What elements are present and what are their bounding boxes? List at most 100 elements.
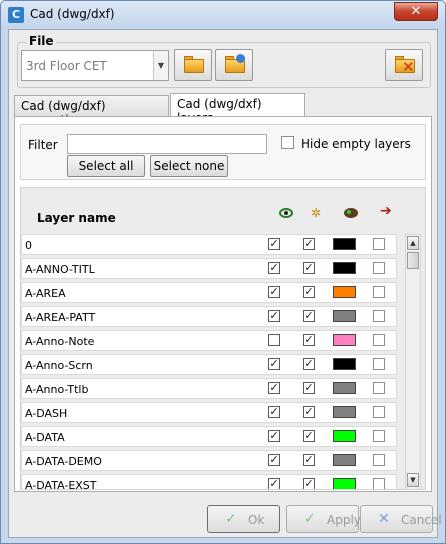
layer-visible-checkbox[interactable]: ✓ xyxy=(268,262,280,274)
chevron-down-icon[interactable]: ▼ xyxy=(153,51,168,80)
layer-plot-checkbox[interactable] xyxy=(373,262,385,274)
file-select[interactable]: 3rd Floor CET ▼ xyxy=(21,50,169,81)
layer-freeze-checkbox[interactable]: ✓ xyxy=(303,286,315,298)
layer-row[interactable]: 0 ✓ ✓ xyxy=(21,234,401,258)
layer-row[interactable]: A-ANNO-TITL ✓ ✓ xyxy=(21,258,401,282)
layer-row[interactable]: A-Anno-Ttlb ✓ ✓ xyxy=(21,378,401,402)
layer-visible-checkbox[interactable]: ✓ xyxy=(268,478,280,489)
layer-list: Layer name ✲ ➔ 0 ✓ ✓ A-ANNO-TITL ✓ ✓ A-AREA ✓ ✓ A… xyxy=(20,187,426,490)
layer-visible-checkbox[interactable]: ✓ xyxy=(268,358,280,370)
cancel-button[interactable]: ✕ Cancel xyxy=(360,505,442,533)
layer-freeze-checkbox[interactable]: ✓ xyxy=(303,238,315,250)
file-group-label: File xyxy=(27,34,56,48)
layer-visible-checkbox[interactable]: ✓ xyxy=(268,454,280,466)
check-icon: ✓ xyxy=(225,511,237,527)
scroll-thumb[interactable] xyxy=(407,252,419,269)
layer-row[interactable]: A-DATA ✓ ✓ xyxy=(21,426,401,450)
plot-arrow-icon: ➔ xyxy=(380,203,392,219)
layer-visible-checkbox[interactable]: ✓ xyxy=(268,382,280,394)
visible-eye-icon xyxy=(279,208,293,218)
scroll-up-button[interactable]: ▲ xyxy=(407,236,419,250)
delete-x-icon: ✕ xyxy=(402,58,415,76)
layer-plot-checkbox[interactable] xyxy=(373,406,385,418)
cad-app-icon: C xyxy=(8,7,24,23)
layer-freeze-checkbox[interactable]: ✓ xyxy=(303,334,315,346)
layer-color-swatch[interactable] xyxy=(333,334,356,346)
layer-plot-checkbox[interactable] xyxy=(373,334,385,346)
check-icon: ✓ xyxy=(304,511,316,527)
layer-freeze-checkbox[interactable]: ✓ xyxy=(303,310,315,322)
layer-color-swatch[interactable] xyxy=(333,478,356,489)
apply-label: Apply xyxy=(327,513,361,527)
layer-plot-checkbox[interactable] xyxy=(373,430,385,442)
cancel-label: Cancel xyxy=(401,513,442,527)
layer-visible-checkbox[interactable]: ✓ xyxy=(268,310,280,322)
layer-color-swatch[interactable] xyxy=(333,454,356,466)
open-folder-icon xyxy=(184,59,204,73)
layer-color-swatch[interactable] xyxy=(333,238,356,250)
select-none-button[interactable]: Select none xyxy=(150,155,228,177)
filter-group: Filter Hide empty layers Select all Sele… xyxy=(20,124,426,180)
layer-color-swatch[interactable] xyxy=(333,262,356,274)
ok-label: Ok xyxy=(248,513,265,527)
freeze-sun-icon: ✲ xyxy=(311,206,322,220)
layers-tab-panel: Filter Hide empty layers Select all Sele… xyxy=(14,116,432,492)
apply-button[interactable]: ✓ Apply xyxy=(286,505,361,533)
tab-layers[interactable]: Cad (dwg/dxf) layers xyxy=(170,93,305,125)
layer-visible-checkbox[interactable]: ✓ xyxy=(268,238,280,250)
layer-visible-checkbox[interactable] xyxy=(268,334,280,346)
layer-plot-checkbox[interactable] xyxy=(373,310,385,322)
select-all-button[interactable]: Select all xyxy=(67,155,145,177)
layer-row[interactable]: A-DATA-EXST ✓ ✓ xyxy=(21,474,401,489)
layer-visible-checkbox[interactable]: ✓ xyxy=(268,406,280,418)
layer-freeze-checkbox[interactable]: ✓ xyxy=(303,262,315,274)
color-palette-icon xyxy=(344,208,358,218)
layer-plot-checkbox[interactable] xyxy=(373,286,385,298)
layer-row[interactable]: A-AREA ✓ ✓ xyxy=(21,282,401,306)
layer-row[interactable]: A-AREA-PATT ✓ ✓ xyxy=(21,306,401,330)
remove-file-button[interactable]: ✕ xyxy=(385,49,423,81)
open-file-button[interactable] xyxy=(174,49,212,81)
hide-empty-layers-label[interactable]: Hide empty layers xyxy=(301,137,411,151)
layer-freeze-checkbox[interactable]: ✓ xyxy=(303,454,315,466)
layer-name-header: Layer name xyxy=(37,211,116,225)
layer-freeze-checkbox[interactable]: ✓ xyxy=(303,406,315,418)
reload-file-button[interactable] xyxy=(215,49,253,81)
ok-button[interactable]: ✓ Ok xyxy=(207,505,280,533)
tab-properties[interactable]: Cad (dwg/dxf) properties xyxy=(14,95,169,127)
close-button[interactable]: ✕ xyxy=(394,2,438,21)
layer-row[interactable]: A-DASH ✓ ✓ xyxy=(21,402,401,426)
layer-visible-checkbox[interactable]: ✓ xyxy=(268,286,280,298)
cancel-x-icon: ✕ xyxy=(378,511,390,527)
title-bar[interactable]: C Cad (dwg/dxf) ✕ xyxy=(1,1,445,29)
window-title: Cad (dwg/dxf) xyxy=(30,7,115,21)
layer-scrollbar[interactable]: ▲ ▼ xyxy=(405,234,421,489)
layer-visible-checkbox[interactable]: ✓ xyxy=(268,430,280,442)
layer-row[interactable]: A-DATA-DEMO ✓ ✓ xyxy=(21,450,401,474)
reload-badge-icon xyxy=(236,54,245,63)
layer-plot-checkbox[interactable] xyxy=(373,382,385,394)
layer-color-swatch[interactable] xyxy=(333,430,356,442)
filter-input[interactable] xyxy=(67,134,267,154)
layer-color-swatch[interactable] xyxy=(333,286,356,298)
layer-plot-checkbox[interactable] xyxy=(373,238,385,250)
layer-freeze-checkbox[interactable]: ✓ xyxy=(303,478,315,489)
layer-freeze-checkbox[interactable]: ✓ xyxy=(303,430,315,442)
hide-empty-layers-checkbox[interactable] xyxy=(281,136,294,149)
layer-row[interactable]: A-Anno-Note ✓ xyxy=(21,330,401,354)
layer-freeze-checkbox[interactable]: ✓ xyxy=(303,382,315,394)
scroll-down-button[interactable]: ▼ xyxy=(407,473,419,487)
file-select-value: 3rd Floor CET xyxy=(26,59,107,73)
layer-color-swatch[interactable] xyxy=(333,382,356,394)
dialog-body: File 3rd Floor CET ▼ ✕ Cad (dwg/dxf) pro… xyxy=(8,29,442,538)
layer-freeze-checkbox[interactable]: ✓ xyxy=(303,358,315,370)
layer-color-swatch[interactable] xyxy=(333,358,356,370)
dialog-window: C Cad (dwg/dxf) ✕ File 3rd Floor CET ▼ ✕… xyxy=(0,0,446,544)
layer-row[interactable]: A-Anno-Scrn ✓ ✓ xyxy=(21,354,401,378)
filter-label: Filter xyxy=(28,138,58,152)
layer-color-swatch[interactable] xyxy=(333,406,356,418)
layer-color-swatch[interactable] xyxy=(333,310,356,322)
layer-plot-checkbox[interactable] xyxy=(373,454,385,466)
layer-plot-checkbox[interactable] xyxy=(373,358,385,370)
layer-plot-checkbox[interactable] xyxy=(373,478,385,489)
